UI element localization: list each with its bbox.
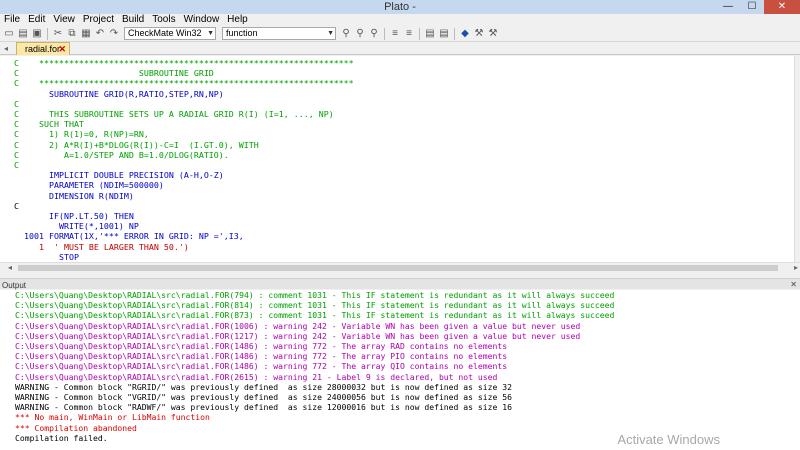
debug-icon[interactable]: ⚒ bbox=[487, 28, 499, 40]
code-line: 1001 FORMAT(1X,'*** ERROR IN GRID: NP ='… bbox=[14, 231, 244, 242]
copy-icon[interactable]: ⧉ bbox=[66, 28, 78, 40]
menu-view[interactable]: View bbox=[49, 14, 79, 26]
new-file-icon[interactable]: ▭ bbox=[3, 28, 15, 40]
code-editor[interactable]: C **************************************… bbox=[0, 56, 794, 262]
code-line: PARAMETER (NDIM=500000) bbox=[14, 180, 164, 191]
output-line: C:\Users\Quang\Desktop\RADIAL\src\radial… bbox=[15, 300, 615, 311]
code-line: C SUCH THAT bbox=[14, 119, 84, 130]
function-combo[interactable]: function ▼ bbox=[222, 27, 336, 40]
output-line: C:\Users\Quang\Desktop\RADIAL\src\radial… bbox=[15, 361, 508, 372]
toolbar-separator bbox=[454, 27, 455, 40]
output-line: C:\Users\Quang\Desktop\RADIAL\src\radial… bbox=[15, 371, 498, 382]
scrollbar-thumb[interactable] bbox=[18, 265, 778, 271]
config-combo[interactable]: CheckMate Win32 ▼ bbox=[124, 27, 216, 40]
output-line: C:\Users\Quang\Desktop\RADIAL\src\radial… bbox=[15, 351, 508, 362]
run-icon[interactable]: ⚒ bbox=[473, 28, 485, 40]
close-tab-icon[interactable]: ✕ bbox=[58, 43, 66, 55]
toolbar-separator bbox=[384, 27, 385, 40]
tab-bar: ◂ radial.for ✕ bbox=[0, 42, 800, 55]
indent-icon[interactable]: ≡ bbox=[389, 28, 401, 40]
window-title: Plato - bbox=[384, 1, 416, 13]
code-line: SUBROUTINE GRID(R,RATIO,STEP,RN,NP) bbox=[14, 88, 224, 99]
code-line: C **************************************… bbox=[14, 58, 354, 68]
menu-tools[interactable]: Tools bbox=[148, 14, 179, 26]
scroll-left-icon[interactable]: ◂ bbox=[8, 263, 12, 273]
chevron-down-icon: ▼ bbox=[207, 30, 214, 37]
output-line: C:\Users\Quang\Desktop\RADIAL\src\radial… bbox=[15, 330, 581, 341]
toolbar-separator bbox=[419, 27, 420, 40]
redo-icon[interactable]: ↷ bbox=[108, 28, 120, 40]
replace-icon[interactable]: ⚲ bbox=[354, 28, 366, 40]
toolbar-separator bbox=[47, 27, 48, 40]
code-line: C A=1.0/STEP AND B=1.0/DLOG(RATIO). bbox=[14, 149, 229, 160]
menu-edit[interactable]: Edit bbox=[24, 14, 49, 26]
output-panel-header: Output ✕ bbox=[0, 278, 800, 290]
tab-radial-for[interactable]: radial.for ✕ bbox=[16, 42, 70, 55]
output-panel[interactable]: C:\Users\Quang\Desktop\RADIAL\src\radial… bbox=[0, 290, 800, 450]
code-line: C 2) A*R(I)+B*DLOG(R(I))-C=I (I.GT.0), W… bbox=[14, 139, 259, 150]
chevron-down-icon: ▼ bbox=[327, 30, 334, 37]
pin-icon[interactable]: ◂ bbox=[4, 42, 8, 55]
code-line: WRITE(*,1001) NP bbox=[14, 221, 139, 232]
output-line: WARNING - Common block "RGRID/" was prev… bbox=[15, 381, 513, 392]
code-line: C bbox=[14, 160, 19, 171]
comment-icon[interactable]: ▤ bbox=[424, 28, 436, 40]
paste-icon[interactable]: ▦ bbox=[80, 28, 92, 40]
menu-file[interactable]: File bbox=[0, 14, 24, 26]
menu-project[interactable]: Project bbox=[79, 14, 118, 26]
code-line: C SUBROUTINE GRID bbox=[14, 68, 214, 79]
minimize-icon[interactable]: — bbox=[716, 0, 740, 14]
code-text[interactable]: C **************************************… bbox=[0, 56, 794, 262]
tab-label: radial.for bbox=[25, 44, 61, 54]
save-icon[interactable]: ▣ bbox=[31, 28, 43, 40]
code-line: C **************************************… bbox=[14, 78, 354, 89]
close-icon[interactable]: ✕ bbox=[764, 0, 800, 14]
uncomment-icon[interactable]: ▤ bbox=[438, 28, 450, 40]
output-line: C:\Users\Quang\Desktop\RADIAL\src\radial… bbox=[15, 310, 615, 321]
output-line: WARNING - Common block "VGRID/" was prev… bbox=[15, 392, 513, 403]
menu-window[interactable]: Window bbox=[180, 14, 224, 26]
output-title: Output bbox=[2, 281, 27, 290]
menu-build[interactable]: Build bbox=[118, 14, 148, 26]
toolbar: ▭ ▤ ▣ ✂ ⧉ ▦ ↶ ↷ CheckMate Win32 ▼ functi… bbox=[0, 26, 800, 42]
menu-help[interactable]: Help bbox=[223, 14, 252, 26]
output-line: *** No main, WinMain or LibMain function bbox=[15, 412, 210, 423]
window-controls: — ☐ ✕ bbox=[716, 0, 800, 14]
code-line: C bbox=[14, 98, 19, 109]
vertical-scrollbar[interactable] bbox=[794, 56, 800, 262]
horizontal-scrollbar[interactable]: ◂ ▸ bbox=[0, 262, 800, 272]
activate-windows-watermark: Activate Windows bbox=[617, 432, 720, 447]
code-line: C 1) R(1)=0, R(NP)=RN, bbox=[14, 129, 149, 140]
title-bar: Plato - — ☐ ✕ bbox=[0, 0, 800, 14]
output-line: C:\Users\Quang\Desktop\RADIAL\src\radial… bbox=[15, 341, 508, 352]
code-line: 1 ' MUST BE LARGER THAN 50.') bbox=[14, 241, 189, 252]
close-icon[interactable]: ✕ bbox=[790, 279, 797, 290]
code-line: IMPLICIT DOUBLE PRECISION (A-H,O-Z) bbox=[14, 170, 224, 181]
code-line: C THIS SUBROUTINE SETS UP A RADIAL GRID … bbox=[14, 109, 334, 120]
find-next-icon[interactable]: ⚲ bbox=[368, 28, 380, 40]
code-line: DIMENSION R(NDIM) bbox=[14, 190, 134, 201]
output-line: WARNING - Common block "RADWF/" was prev… bbox=[15, 402, 513, 413]
scroll-right-icon[interactable]: ▸ bbox=[794, 263, 798, 273]
function-combo-value: function bbox=[226, 28, 258, 38]
code-line: IF(NP.LT.50) THEN bbox=[14, 211, 134, 222]
build-icon[interactable]: ◆ bbox=[459, 28, 471, 40]
cut-icon[interactable]: ✂ bbox=[52, 28, 64, 40]
undo-icon[interactable]: ↶ bbox=[94, 28, 106, 40]
code-line: STOP bbox=[14, 251, 79, 262]
output-line: C:\Users\Quang\Desktop\RADIAL\src\radial… bbox=[15, 290, 615, 300]
maximize-icon[interactable]: ☐ bbox=[740, 0, 764, 14]
outdent-icon[interactable]: ≡ bbox=[403, 28, 415, 40]
output-line: C:\Users\Quang\Desktop\RADIAL\src\radial… bbox=[15, 320, 581, 331]
open-folder-icon[interactable]: ▤ bbox=[17, 28, 29, 40]
code-line: C bbox=[14, 200, 19, 211]
menu-bar: File Edit View Project Build Tools Window Help bbox=[0, 14, 800, 26]
config-combo-value: CheckMate Win32 bbox=[128, 28, 202, 38]
find-icon[interactable]: ⚲ bbox=[340, 28, 352, 40]
